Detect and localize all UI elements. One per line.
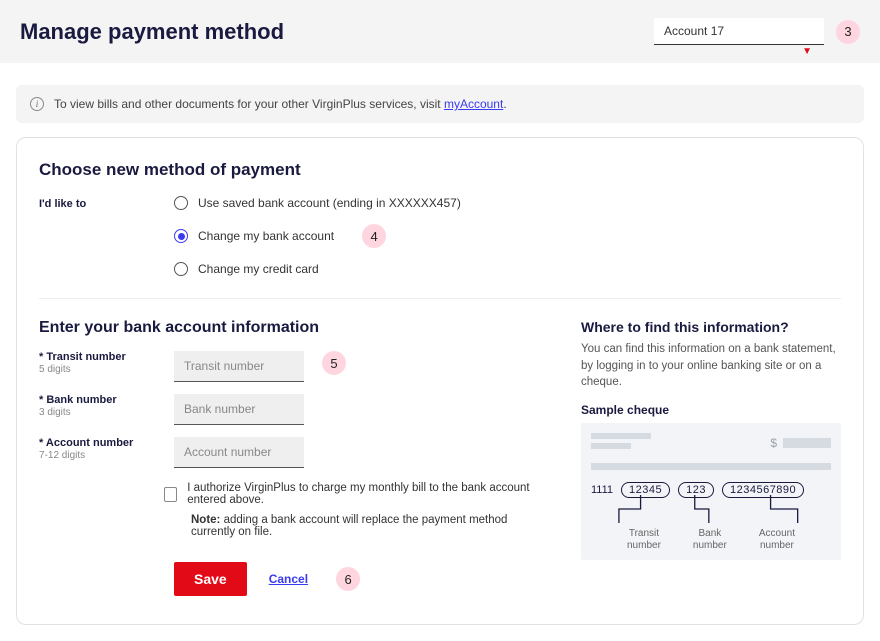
action-row: Save Cancel 6 bbox=[174, 562, 551, 596]
myaccount-link[interactable]: myAccount bbox=[444, 97, 503, 111]
info-banner-text: To view bills and other documents for yo… bbox=[54, 97, 507, 111]
payment-method-radio-group: Use saved bank account (ending in XXXXXX… bbox=[174, 196, 461, 276]
save-button[interactable]: Save bbox=[174, 562, 247, 596]
choose-lead-label: I'd like to bbox=[39, 196, 174, 210]
note-label: Note: bbox=[191, 514, 220, 526]
bank-label: * Bank number bbox=[39, 394, 174, 406]
account-hint: 7-12 digits bbox=[39, 450, 174, 461]
radio-saved-account[interactable]: Use saved bank account (ending in XXXXXX… bbox=[174, 196, 461, 210]
bank-form: Enter your bank account information * Tr… bbox=[39, 319, 551, 596]
help-body: You can find this information on a bank … bbox=[581, 341, 841, 391]
payment-card: Choose new method of payment I'd like to… bbox=[16, 137, 864, 625]
cancel-link[interactable]: Cancel bbox=[269, 572, 308, 586]
choose-title: Choose new method of payment bbox=[39, 160, 841, 180]
radio-label: Change my credit card bbox=[198, 262, 319, 276]
note-text: adding a bank account will replace the p… bbox=[191, 514, 507, 538]
bank-field-row: * Bank number 3 digits bbox=[39, 394, 551, 425]
authorize-text: I authorize VirginPlus to charge my mont… bbox=[187, 482, 551, 506]
cheque-account-label: Account number bbox=[759, 528, 795, 552]
radio-icon bbox=[174, 196, 188, 210]
step-badge-6: 6 bbox=[336, 567, 360, 591]
cheque-amount-placeholder: $ bbox=[770, 436, 831, 450]
divider bbox=[39, 298, 841, 299]
dollar-sign-icon: $ bbox=[770, 436, 777, 450]
info-banner-suffix: . bbox=[503, 97, 506, 111]
cheque-address-placeholder bbox=[591, 433, 651, 453]
help-title: Where to find this information? bbox=[581, 319, 841, 335]
cheque-micr-labels: Transit number Bank number Account numbe… bbox=[591, 528, 831, 552]
account-input[interactable] bbox=[174, 437, 304, 468]
transit-hint: 5 digits bbox=[39, 364, 174, 375]
cheque-bank-label: Bank number bbox=[693, 528, 727, 552]
authorize-row: I authorize VirginPlus to charge my mont… bbox=[164, 482, 551, 506]
account-label: * Account number bbox=[39, 437, 174, 449]
sample-cheque: $ 1111 12345 123 1234567890 Tr bbox=[581, 423, 841, 560]
page-header: Manage payment method ▼ 3 bbox=[0, 0, 880, 63]
radio-label: Use saved bank account (ending in XXXXXX… bbox=[198, 196, 461, 210]
step-badge-3: 3 bbox=[836, 20, 860, 44]
radio-change-bank[interactable]: Change my bank account 4 bbox=[174, 224, 461, 248]
transit-field-row: * Transit number 5 digits 5 bbox=[39, 351, 551, 382]
bank-form-title: Enter your bank account information bbox=[39, 319, 551, 337]
sample-cheque-title: Sample cheque bbox=[581, 403, 841, 417]
radio-icon bbox=[174, 262, 188, 276]
cheque-prefix: 1111 bbox=[591, 484, 613, 496]
bank-input[interactable] bbox=[174, 394, 304, 425]
page-title: Manage payment method bbox=[20, 19, 284, 45]
info-banner-prefix: To view bills and other documents for yo… bbox=[54, 97, 444, 111]
authorize-checkbox[interactable] bbox=[164, 487, 177, 502]
cheque-transit-pill: 12345 bbox=[621, 482, 670, 498]
account-select[interactable] bbox=[654, 18, 824, 45]
step-badge-5: 5 bbox=[322, 351, 346, 375]
cheque-transit-label: Transit number bbox=[627, 528, 661, 552]
step-badge-4: 4 bbox=[362, 224, 386, 248]
info-icon: i bbox=[30, 97, 44, 111]
cheque-account-pill: 1234567890 bbox=[722, 482, 804, 498]
help-panel: Where to find this information? You can … bbox=[581, 319, 841, 596]
info-banner: i To view bills and other documents for … bbox=[16, 85, 864, 123]
cheque-micr-row: 1111 12345 123 1234567890 bbox=[591, 482, 831, 498]
choose-row: I'd like to Use saved bank account (endi… bbox=[39, 196, 841, 276]
cheque-bank-pill: 123 bbox=[678, 482, 714, 498]
note-row: Note: adding a bank account will replace… bbox=[191, 514, 551, 538]
transit-input[interactable] bbox=[174, 351, 304, 382]
radio-label: Change my bank account bbox=[198, 229, 334, 243]
cheque-line-placeholder bbox=[591, 463, 831, 470]
radio-icon bbox=[174, 229, 188, 243]
transit-label: * Transit number bbox=[39, 351, 174, 363]
account-field-row: * Account number 7-12 digits bbox=[39, 437, 551, 468]
radio-change-card[interactable]: Change my credit card bbox=[174, 262, 461, 276]
bank-hint: 3 digits bbox=[39, 407, 174, 418]
chevron-down-icon: ▼ bbox=[802, 46, 812, 57]
